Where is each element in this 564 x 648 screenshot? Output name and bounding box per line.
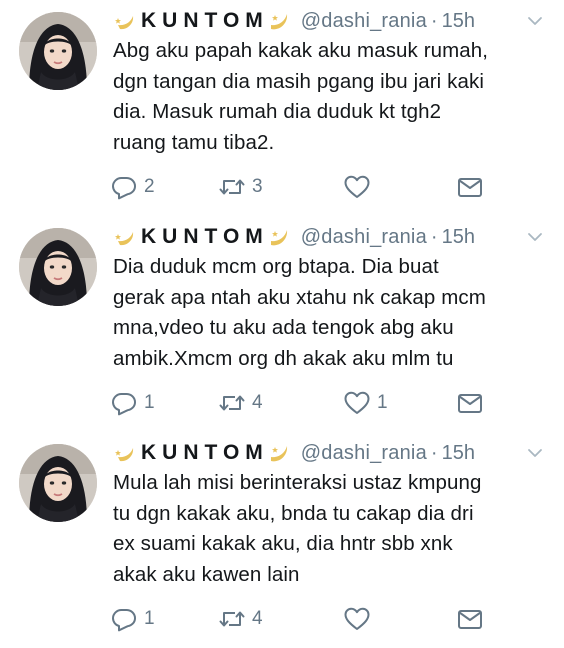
tweet-timeline: KUNTOM @dashi_rania · 15h Abg aku papah …: [0, 0, 564, 648]
reply-button[interactable]: 2: [110, 172, 155, 202]
avatar[interactable]: [19, 12, 97, 90]
chevron-down-icon[interactable]: [526, 12, 544, 30]
avatar-image: [19, 444, 97, 522]
envelope-icon: [458, 610, 482, 629]
retweet-count: 4: [252, 608, 263, 629]
envelope-icon: [458, 178, 482, 197]
tweet-actions: 2 3: [110, 172, 564, 202]
heart-icon: [344, 391, 370, 414]
retweet-button[interactable]: 4: [218, 604, 263, 634]
retweet-button[interactable]: 4: [218, 388, 263, 418]
user-handle[interactable]: @dashi_rania: [301, 10, 427, 33]
crescent-moon-star-icon: [115, 448, 134, 462]
retweet-icon: [219, 395, 245, 411]
reply-count: 1: [144, 392, 155, 413]
retweet-count: 3: [252, 176, 263, 197]
reply-button[interactable]: 1: [110, 604, 155, 634]
retweet-icon: [219, 179, 245, 195]
display-name[interactable]: KUNTOM: [113, 225, 301, 249]
tweet[interactable]: KUNTOM @dashi_rania · 15h Mula lah misi …: [0, 432, 564, 648]
display-name[interactable]: KUNTOM: [113, 9, 301, 33]
retweet-count: 4: [252, 392, 263, 413]
display-name-text: KUNTOM: [141, 9, 269, 32]
retweet-button[interactable]: 3: [218, 172, 263, 202]
separator-dot: ·: [430, 225, 438, 248]
avatar-image: [19, 12, 97, 90]
avatar[interactable]: [19, 444, 97, 522]
heart-icon: [344, 607, 370, 630]
direct-message-button[interactable]: [456, 388, 484, 418]
tweet-header: KUNTOM @dashi_rania · 15h: [113, 436, 544, 470]
like-button[interactable]: [343, 604, 377, 634]
tweet-actions: 1 4: [110, 604, 564, 634]
like-button[interactable]: [343, 172, 377, 202]
crescent-moon-star-icon: [270, 14, 287, 30]
like-count: 1: [377, 392, 388, 413]
tweet-header: KUNTOM @dashi_rania · 15h: [113, 220, 544, 254]
crescent-moon-star-icon: [115, 232, 134, 246]
tweet[interactable]: KUNTOM @dashi_rania · 15h Dia duduk mcm …: [0, 216, 564, 432]
avatar-image: [19, 228, 97, 306]
display-name-text: KUNTOM: [141, 225, 269, 248]
direct-message-button[interactable]: [456, 604, 484, 634]
direct-message-button[interactable]: [456, 172, 484, 202]
reply-count: 1: [144, 608, 155, 629]
tweet[interactable]: KUNTOM @dashi_rania · 15h Abg aku papah …: [0, 0, 564, 216]
reply-icon: [112, 393, 136, 416]
like-button[interactable]: 1: [343, 388, 388, 418]
crescent-moon-star-icon: [270, 230, 287, 246]
separator-dot: ·: [430, 9, 438, 32]
crescent-moon-star-icon: [115, 16, 134, 30]
heart-icon: [344, 175, 370, 198]
user-handle[interactable]: @dashi_rania: [301, 442, 427, 465]
tweet-text: Dia duduk mcm org btapa. Dia buat gerak …: [113, 255, 486, 370]
tweet-text: Mula lah misi berinteraksi ustaz kmpung …: [113, 471, 482, 586]
display-name-text: KUNTOM: [141, 441, 269, 464]
retweet-icon: [219, 611, 245, 627]
user-handle[interactable]: @dashi_rania: [301, 226, 427, 249]
envelope-icon: [458, 394, 482, 413]
reply-icon: [112, 609, 136, 632]
chevron-down-icon[interactable]: [526, 444, 544, 462]
timestamp[interactable]: 15h: [442, 10, 475, 33]
crescent-moon-star-icon: [270, 446, 287, 462]
display-name[interactable]: KUNTOM: [113, 441, 301, 465]
separator-dot: ·: [430, 441, 438, 464]
tweet-actions: 1 4 1: [110, 388, 564, 418]
reply-button[interactable]: 1: [110, 388, 155, 418]
timestamp[interactable]: 15h: [442, 226, 475, 249]
chevron-down-icon[interactable]: [526, 228, 544, 246]
reply-count: 2: [144, 176, 155, 197]
reply-icon: [112, 177, 136, 200]
timestamp[interactable]: 15h: [442, 442, 475, 465]
tweet-header: KUNTOM @dashi_rania · 15h: [113, 4, 544, 38]
avatar[interactable]: [19, 228, 97, 306]
tweet-text: Abg aku papah kakak aku masuk rumah, dgn…: [113, 39, 489, 154]
